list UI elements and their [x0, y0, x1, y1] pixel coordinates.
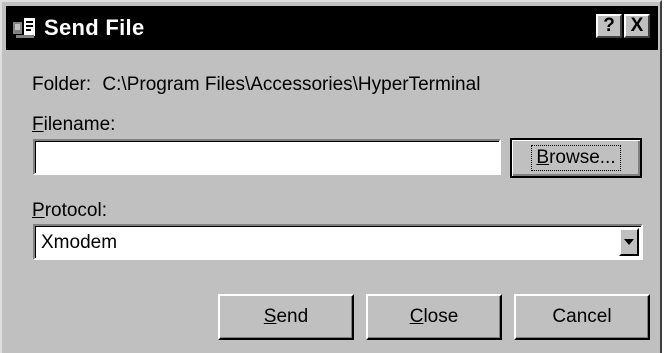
- filename-mnemonic: F: [32, 114, 44, 135]
- send-button[interactable]: Send: [218, 294, 354, 340]
- close-mnemonic: C: [409, 306, 424, 327]
- help-icon: ?: [603, 15, 615, 36]
- protocol-dropdown-button[interactable]: [619, 228, 639, 256]
- filename-label: Filename:: [32, 114, 115, 136]
- cancel-button[interactable]: Cancel: [514, 294, 650, 340]
- browse-focus: Browse...: [531, 145, 621, 171]
- protocol-mnemonic: P: [32, 200, 45, 221]
- close-button[interactable]: Close: [366, 294, 502, 340]
- browse-mnemonic: B: [536, 147, 550, 168]
- title-bar[interactable]: Send File ? X: [6, 6, 658, 50]
- chevron-down-icon: [624, 239, 634, 245]
- protocol-label: Protocol:: [32, 200, 107, 222]
- send-label: end: [276, 306, 309, 327]
- cancel-label: Cancel: [552, 306, 612, 327]
- window-title: Send File: [44, 15, 145, 40]
- browse-button[interactable]: Browse...: [510, 138, 642, 178]
- send-mnemonic: S: [263, 306, 277, 327]
- protocol-label-text: rotocol:: [44, 200, 107, 221]
- close-label: lose: [423, 306, 459, 327]
- send-file-dialog: Send File ? X Folder: C:\Program Files\A…: [0, 0, 662, 353]
- close-window-button[interactable]: X: [624, 14, 650, 38]
- terminal-app-icon: [12, 16, 38, 40]
- filename-label-text: ilename:: [43, 114, 116, 135]
- folder-path: C:\Program Files\Accessories\HyperTermin…: [102, 74, 481, 95]
- folder-row: Folder: C:\Program Files\Accessories\Hyp…: [32, 74, 480, 96]
- protocol-value: Xmodem: [41, 232, 118, 253]
- help-button[interactable]: ?: [596, 14, 622, 38]
- filename-input[interactable]: [33, 139, 501, 175]
- browse-label: rowse...: [549, 147, 616, 168]
- close-icon: X: [630, 15, 644, 36]
- folder-label: Folder:: [32, 74, 92, 95]
- protocol-select[interactable]: Xmodem: [33, 224, 643, 260]
